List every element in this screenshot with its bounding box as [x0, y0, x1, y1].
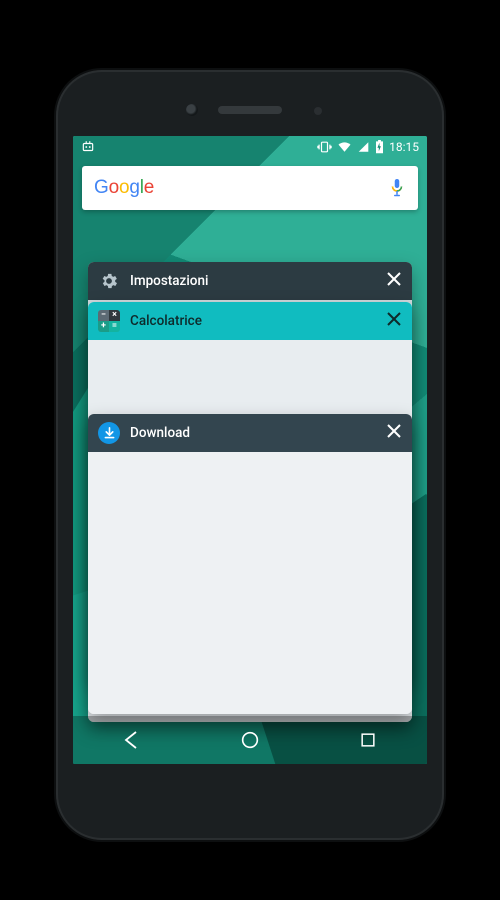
calculator-icon: −×+=	[98, 310, 120, 332]
home-button[interactable]	[227, 717, 273, 763]
speaker-grill	[218, 106, 282, 114]
wifi-icon	[337, 141, 352, 153]
recent-card-title: Calcolatrice	[130, 313, 376, 329]
back-button[interactable]	[109, 717, 155, 763]
close-icon[interactable]	[386, 423, 402, 443]
google-search-bar[interactable]: Google	[82, 166, 418, 210]
recents-overview: Impostazioni −×+= Calcolatrice	[88, 262, 412, 708]
recent-card-body	[88, 452, 412, 714]
vibrate-icon	[317, 141, 332, 153]
proximity-sensor	[314, 107, 322, 115]
close-icon[interactable]	[386, 311, 402, 331]
front-camera	[186, 104, 198, 116]
recent-card-title: Download	[130, 425, 376, 441]
download-icon	[98, 422, 120, 444]
battery-charging-icon	[375, 140, 384, 154]
screen: 18:15 Google Impostazioni	[73, 136, 427, 764]
status-time: 18:15	[389, 140, 419, 154]
navigation-bar	[73, 716, 427, 764]
recent-card-title: Impostazioni	[130, 273, 376, 289]
close-icon[interactable]	[386, 271, 402, 291]
voice-search-icon[interactable]	[388, 177, 406, 199]
overview-button[interactable]	[345, 717, 391, 763]
recent-card-download[interactable]: Download	[88, 414, 412, 714]
status-bar: 18:15	[73, 136, 427, 158]
signal-icon	[357, 141, 370, 153]
notification-icon	[81, 140, 95, 154]
device-frame: 18:15 Google Impostazioni	[56, 70, 444, 840]
google-logo: Google	[94, 177, 154, 199]
settings-icon	[98, 270, 120, 292]
